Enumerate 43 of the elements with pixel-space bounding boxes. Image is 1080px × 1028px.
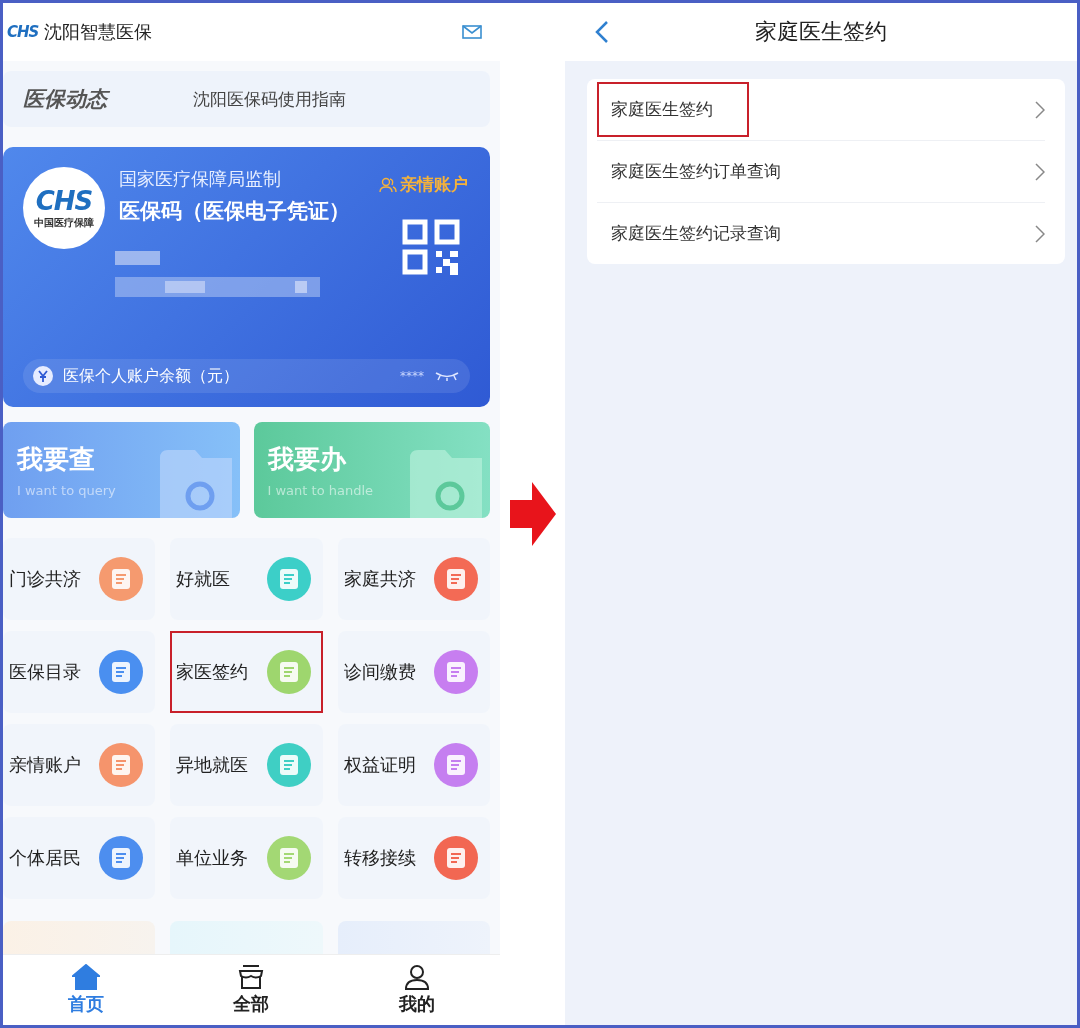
menu-item[interactable]: 家庭医生签约订单查询 bbox=[597, 141, 1045, 203]
app-title: 沈阳智慧医保 bbox=[44, 20, 154, 44]
tab[interactable]: 首页 bbox=[3, 955, 169, 1025]
app-logo: CHS bbox=[7, 23, 39, 41]
chs-logo: CHS 中国医疗保障 bbox=[23, 167, 105, 249]
card-issuer: 国家医疗保障局监制 bbox=[119, 167, 281, 191]
chevron-right-icon bbox=[1035, 162, 1045, 181]
chevron-right-icon bbox=[1035, 224, 1045, 243]
menu-item[interactable]: 家庭医生签约 bbox=[597, 79, 1045, 141]
service-tile[interactable]: 权益证明 bbox=[337, 724, 490, 806]
eye-closed-icon[interactable] bbox=[434, 370, 460, 382]
news-logo: 医保动态 bbox=[23, 85, 193, 113]
news-headline[interactable]: 沈阳医保码使用指南 bbox=[193, 87, 346, 111]
service-tile[interactable]: 转移接续 bbox=[337, 817, 490, 899]
service-tile[interactable]: 好就医 bbox=[170, 538, 323, 620]
service-tile[interactable]: 单位业务 bbox=[170, 817, 323, 899]
service-tile[interactable]: 门诊共济 bbox=[3, 538, 156, 620]
card-title: 医保码（医保电子凭证） bbox=[119, 198, 351, 225]
balance-bar[interactable]: 医保个人账户余额（元） **** bbox=[23, 359, 470, 393]
people-icon bbox=[379, 176, 397, 193]
tab[interactable]: 我的 bbox=[334, 955, 500, 1025]
insurance-card[interactable]: CHS 中国医疗保障 国家医疗保障局监制 医保码（医保电子凭证） 亲情账户 医保个人账户余额（元） **** bbox=[3, 147, 490, 407]
mail-icon[interactable] bbox=[462, 25, 482, 39]
service-tile[interactable]: 诊间缴费 bbox=[337, 631, 490, 713]
home-icon bbox=[71, 964, 100, 990]
service-tile[interactable]: 医保目录 bbox=[3, 631, 156, 713]
menu-item[interactable]: 家庭医生签约记录查询 bbox=[597, 203, 1045, 264]
service-tile[interactable]: 个体居民 bbox=[3, 817, 156, 899]
balance-masked: **** bbox=[400, 369, 424, 383]
tab[interactable]: 全部 bbox=[168, 955, 335, 1025]
qr-code-icon[interactable] bbox=[402, 219, 460, 275]
service-tile[interactable]: 家医签约 bbox=[170, 631, 323, 713]
service-tile[interactable]: 家庭共济 bbox=[337, 538, 490, 620]
store-icon bbox=[237, 964, 266, 990]
chevron-right-icon bbox=[1035, 100, 1045, 119]
yuan-icon bbox=[33, 366, 53, 386]
person-icon bbox=[403, 964, 432, 990]
news-bar[interactable]: 医保动态 沈阳医保码使用指南 bbox=[3, 71, 490, 127]
arrow-icon bbox=[509, 482, 556, 546]
balance-label: 医保个人账户余额（元） bbox=[63, 365, 240, 387]
service-tile[interactable]: 异地就医 bbox=[170, 724, 323, 806]
page-title: 家庭医生签约 bbox=[755, 18, 887, 46]
service-tile[interactable]: 亲情账户 bbox=[3, 724, 156, 806]
